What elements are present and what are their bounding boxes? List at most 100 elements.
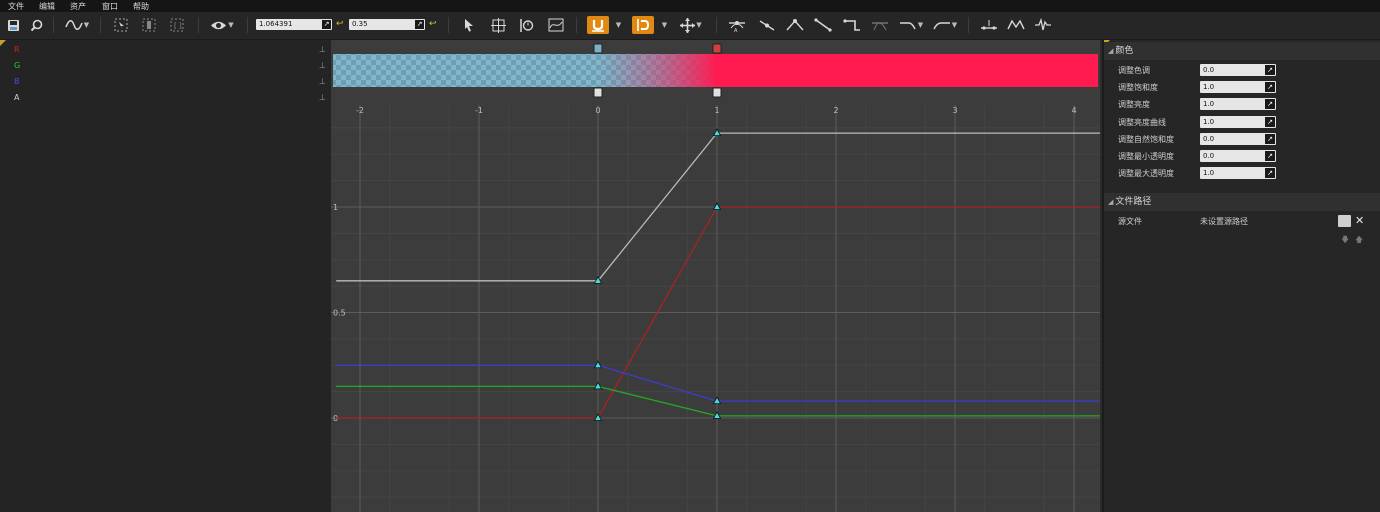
section-header-color[interactable]: ◢ 颜色 — [1104, 42, 1380, 60]
spin-arrow-icon[interactable]: ↗ — [1265, 99, 1275, 109]
menu-file[interactable]: 文件 — [8, 1, 24, 12]
property-label: 调整自然饱和度 — [1118, 135, 1174, 144]
gradient-stop-handle[interactable] — [712, 87, 722, 98]
pointer-icon[interactable] — [460, 16, 478, 34]
key-value-field[interactable]: 0.35 ↗ — [349, 19, 425, 30]
zoom-fit-all-icon[interactable]: [ ] — [168, 16, 186, 34]
channel-b-label[interactable]: B — [14, 77, 20, 86]
menu-help[interactable]: 帮助 — [133, 1, 149, 12]
property-value: 1.0 — [1203, 100, 1215, 108]
menu-window[interactable]: 窗口 — [102, 1, 118, 12]
channel-g-label[interactable]: G — [14, 61, 20, 70]
property-row: 调整最小透明度 0.0 ↗ — [1104, 148, 1380, 165]
bake-icon[interactable] — [1005, 16, 1027, 34]
spin-arrow-icon[interactable]: ↗ — [1265, 134, 1275, 144]
channel-r-label[interactable]: R — [14, 45, 20, 54]
property-value-field[interactable]: 1.0 ↗ — [1200, 98, 1276, 110]
property-value-field[interactable]: 0.0 ↗ — [1200, 64, 1276, 76]
property-value-field[interactable]: 0.0 ↗ — [1200, 150, 1276, 162]
pin-icon[interactable]: ⊥ — [319, 45, 326, 54]
chevron-down-icon[interactable]: ▼ — [659, 16, 669, 34]
source-path-value: 未设置源路径 — [1200, 217, 1248, 226]
property-value: 0.0 — [1203, 66, 1215, 74]
reduce-icon[interactable] — [1032, 16, 1054, 34]
break-tangent-icon[interactable] — [784, 16, 806, 34]
collapse-triangle-icon[interactable]: ◢ — [1108, 198, 1113, 206]
pin-icon[interactable]: ⊥ — [319, 93, 326, 102]
snap-value-icon[interactable] — [587, 16, 609, 34]
chevron-down-icon[interactable]: ▼ — [613, 16, 623, 34]
clear-icon[interactable]: ✕ — [1355, 214, 1364, 227]
toolbar-separator — [53, 17, 54, 33]
spin-arrow-icon[interactable]: ↗ — [322, 20, 331, 29]
toolbar-separator — [100, 17, 101, 33]
property-value-field[interactable]: 0.0 ↗ — [1200, 133, 1276, 145]
property-value: 0.0 — [1203, 135, 1215, 143]
post-infinity-icon[interactable]: ▼ — [931, 16, 959, 34]
curve-graph-canvas[interactable]: -2 -1 0 1 2 3 410.50 — [331, 40, 1100, 512]
browse-file-button[interactable] — [1338, 215, 1351, 227]
x-tick-label: 1 — [714, 106, 719, 115]
x-tick-label: 4 — [1071, 106, 1076, 115]
flatten-icon[interactable] — [869, 16, 891, 34]
menu-asset[interactable]: 资产 — [70, 1, 86, 12]
property-value-field[interactable]: 1.0 ↗ — [1200, 167, 1276, 179]
zoom-select-icon[interactable] — [112, 16, 130, 34]
gradient-stop-handle[interactable] — [712, 43, 722, 54]
section-title: 文件路径 — [1115, 197, 1152, 207]
gradient-stop-handle[interactable] — [593, 87, 603, 98]
spin-arrow-icon[interactable]: ↗ — [1265, 151, 1275, 161]
gradient-stop-handle[interactable] — [593, 43, 603, 54]
spin-arrow-icon[interactable]: ↗ — [1265, 82, 1275, 92]
property-label: 调整色调 — [1118, 66, 1150, 75]
toolbar-separator — [576, 17, 577, 33]
linear-icon[interactable] — [812, 16, 834, 34]
property-row: 调整自然饱和度 0.0 ↗ — [1104, 131, 1380, 148]
property-value: 1.0 — [1203, 169, 1215, 177]
browse-icon[interactable] — [28, 16, 44, 34]
constant-icon[interactable] — [841, 16, 863, 34]
straighten-icon[interactable] — [978, 16, 1000, 34]
menu-edit[interactable]: 编辑 — [39, 1, 55, 12]
channel-list-panel: R G B A ⊥ ⊥ ⊥ ⊥ — [0, 40, 331, 512]
arrow-up-icon[interactable]: 🡅 — [1355, 234, 1363, 248]
arrow-down-icon[interactable]: 🡇 — [1341, 234, 1349, 248]
save-icon[interactable] — [5, 16, 21, 34]
pin-icon[interactable]: ⊥ — [319, 77, 326, 86]
add-key-icon[interactable] — [489, 16, 507, 34]
normalize-icon[interactable] — [546, 16, 566, 34]
spin-arrow-icon[interactable]: ↗ — [1265, 168, 1275, 178]
property-value-field[interactable]: 1.0 ↗ — [1200, 81, 1276, 93]
pre-infinity-icon[interactable]: ▼ — [897, 16, 925, 34]
curve-mode-icon[interactable]: ▼ — [63, 16, 91, 34]
snap-frame-icon[interactable] — [632, 16, 654, 34]
spin-arrow-icon[interactable]: ↗ — [415, 20, 424, 29]
time-value-field[interactable]: 1.064391 ↗ — [256, 19, 332, 30]
transform-icon[interactable]: ▼ — [677, 16, 705, 34]
toolbar-separator — [448, 17, 449, 33]
property-value-field[interactable]: 1.0 ↗ — [1200, 116, 1276, 128]
snap-time-icon[interactable] — [517, 16, 535, 34]
menu-bar: 文件 编辑 资产 窗口 帮助 — [0, 0, 1380, 12]
gradient-left-fill — [333, 54, 598, 87]
property-row: 调整亮度曲线 1.0 ↗ — [1104, 114, 1380, 131]
reset-icon[interactable]: ↩ — [429, 19, 437, 29]
section-header-filepath[interactable]: ◢ 文件路径 — [1104, 193, 1380, 211]
property-row: 调整饱和度 1.0 ↗ — [1104, 79, 1380, 96]
property-label: 调整饱和度 — [1118, 83, 1158, 92]
y-tick-label: 1 — [333, 203, 338, 212]
curve-graph[interactable]: -2 -1 0 1 2 3 4 1 0.5 0 — [331, 40, 1100, 512]
pin-icon[interactable]: ⊥ — [319, 61, 326, 70]
channel-a-label[interactable]: A — [14, 93, 19, 102]
toolbar-separator — [716, 17, 717, 33]
x-tick-label: 0 — [595, 106, 600, 115]
spin-arrow-icon[interactable]: ↗ — [1265, 117, 1275, 127]
property-row: 调整色调 0.0 ↗ — [1104, 62, 1380, 79]
zoom-fit-h-icon[interactable] — [140, 16, 158, 34]
spin-arrow-icon[interactable]: ↗ — [1265, 65, 1275, 75]
eye-icon[interactable]: ▼ — [208, 16, 236, 34]
user-tangent-icon[interactable] — [756, 16, 778, 34]
collapse-triangle-icon[interactable]: ◢ — [1108, 47, 1113, 55]
reset-icon[interactable]: ↩ — [336, 19, 344, 29]
auto-tangent-icon[interactable]: A — [726, 16, 748, 34]
